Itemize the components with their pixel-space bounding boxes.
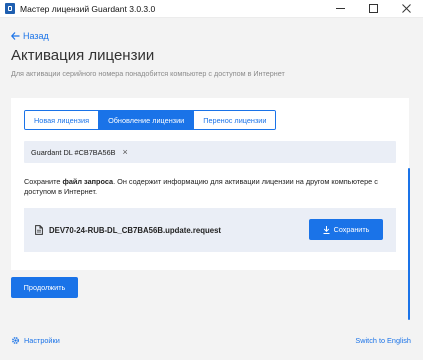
arrow-left-icon <box>11 32 20 40</box>
maximize-icon <box>369 4 378 13</box>
license-chip-label: Guardant DL #CB7BA56B <box>31 147 116 157</box>
window-controls <box>324 0 423 17</box>
page-subtitle: Для активации серийного номера понадобит… <box>11 69 285 78</box>
activation-card: Новая лицензия Обновление лицензии Перен… <box>11 98 409 270</box>
window-title: Мастер лицензий Guardant 3.0.3.0 <box>20 3 156 14</box>
continue-button[interactable]: Продолжить <box>11 277 78 298</box>
scrollbar[interactable] <box>408 168 410 320</box>
maximize-button[interactable] <box>357 0 390 17</box>
download-icon <box>323 225 330 234</box>
close-icon <box>402 4 411 13</box>
guardant-app-icon <box>5 3 15 14</box>
back-link[interactable]: Назад <box>11 31 49 41</box>
close-button[interactable] <box>390 0 423 17</box>
license-mode-tabs: Новая лицензия Обновление лицензии Перен… <box>24 110 277 130</box>
request-file-panel: DEV70-24-RUB-DL_CB7BA56B.update.request … <box>24 208 396 252</box>
title-bar: Мастер лицензий Guardant 3.0.3.0 <box>0 0 423 18</box>
save-button[interactable]: Сохранить <box>309 219 383 240</box>
document-icon <box>35 225 43 235</box>
gear-icon <box>12 337 19 344</box>
settings-link[interactable]: Настройки <box>11 336 60 345</box>
minimize-button[interactable] <box>324 0 357 17</box>
back-label: Назад <box>23 31 49 41</box>
switch-language-link[interactable]: Switch to English <box>355 336 411 345</box>
remove-license-icon[interactable]: × <box>123 147 128 157</box>
request-file-name: DEV70-24-RUB-DL_CB7BA56B.update.request <box>49 225 222 235</box>
instruction-text-bold: файл запроса <box>62 177 114 186</box>
tab-new-license[interactable]: Новая лицензия <box>25 111 100 129</box>
save-button-label: Сохранить <box>333 225 370 234</box>
instruction-text-start: Сохраните <box>24 177 63 186</box>
license-chip: Guardant DL #CB7BA56B × <box>24 141 396 163</box>
page-title: Активация лицензии <box>11 47 155 64</box>
settings-label: Настройки <box>24 336 60 345</box>
instruction-text: Сохраните файл запроса. Он содержит инфо… <box>24 177 396 197</box>
minimize-icon <box>336 8 345 9</box>
tab-transfer-license[interactable]: Перенос лицензии <box>194 111 276 129</box>
tab-update-license[interactable]: Обновление лицензии <box>99 111 195 129</box>
